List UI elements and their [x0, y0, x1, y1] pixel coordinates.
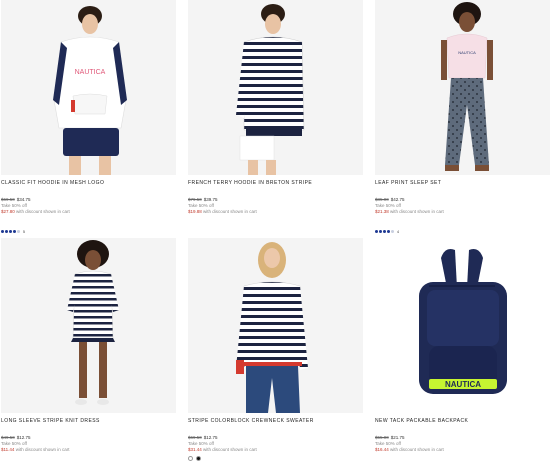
- original-price: $55.00: [375, 435, 389, 440]
- rating-count: 5: [23, 229, 25, 234]
- product-image[interactable]: NAUTICA: [1, 0, 176, 175]
- star-icon: [391, 230, 394, 233]
- brand-text: NAUTICA: [458, 50, 476, 55]
- sale-price: $21.38: [375, 209, 389, 214]
- star-icon: [383, 230, 386, 233]
- sale-note: with discount shown in cart: [16, 209, 70, 214]
- hoodie-logo-photo: NAUTICA: [1, 0, 176, 175]
- star-icon: [13, 230, 16, 233]
- sale-note: with discount shown in cart: [15, 447, 70, 452]
- sale-price: $16.44: [375, 447, 389, 452]
- product-price: $79.50 $39.75 Take 50% off $19.88 with di…: [188, 197, 363, 215]
- original-price: $79.50: [188, 197, 202, 202]
- star-icon: [375, 230, 378, 233]
- product-image[interactable]: [1, 238, 176, 413]
- original-price: $69.50: [188, 435, 202, 440]
- product-image[interactable]: NAUTICA: [375, 238, 550, 413]
- sleep-set-photo: NAUTICA: [375, 0, 550, 175]
- star-icon: [387, 230, 390, 233]
- sale-price: $27.80: [1, 209, 15, 214]
- product-rating[interactable]: 5: [1, 229, 25, 234]
- stripe-sweater-photo: [188, 238, 363, 413]
- original-price: $69.50: [1, 197, 15, 202]
- sale-price: $11.44: [1, 447, 15, 452]
- current-price: $42.75: [390, 197, 405, 202]
- current-price: $21.75: [390, 435, 405, 440]
- sale-note: with discount shown in cart: [203, 209, 257, 214]
- product-title[interactable]: LEAF PRINT SLEEP SET: [375, 180, 550, 186]
- product-rating[interactable]: 4: [375, 229, 399, 234]
- current-price: $12.75: [16, 435, 31, 440]
- original-price: $85.00: [375, 197, 389, 202]
- sale-note: with discount shown in cart: [203, 447, 257, 452]
- sale-price: $31.44: [188, 447, 202, 452]
- sale-note: with discount shown in cart: [390, 447, 444, 452]
- product-title[interactable]: NEW TACK PACKABLE BACKPACK: [375, 418, 550, 424]
- current-price: $34.75: [16, 197, 31, 202]
- color-swatches: [188, 456, 201, 461]
- star-icon: [9, 230, 12, 233]
- product-grid: NAUTICA CLASSIC FIT HOODIE IN MESH LOGO …: [0, 0, 550, 464]
- star-icon: [17, 230, 20, 233]
- product-title[interactable]: FRENCH TERRY HOODIE IN BRETON STRIPE: [188, 180, 363, 186]
- striped-hoodie-photo: [188, 0, 363, 175]
- current-price: $39.75: [203, 197, 218, 202]
- current-price: $12.75: [203, 435, 218, 440]
- stripe-dress-photo: [1, 238, 176, 413]
- product-title[interactable]: LONG SLEEVE STRIPE KNIT DRESS: [1, 418, 176, 424]
- product-image[interactable]: [188, 238, 363, 413]
- star-icon: [5, 230, 8, 233]
- star-icon: [1, 230, 4, 233]
- swatch-black[interactable]: [196, 456, 201, 461]
- sale-price: $19.88: [188, 209, 202, 214]
- product-price: $85.00 $42.75 Take 50% off $21.38 with di…: [375, 197, 550, 215]
- product-image[interactable]: NAUTICA: [375, 0, 550, 175]
- original-price: $49.50: [1, 435, 15, 440]
- brand-text: NAUTICA: [445, 380, 481, 389]
- star-icon: [379, 230, 382, 233]
- product-price: $49.50 $12.75 Take 50% off $11.44 with di…: [1, 435, 176, 453]
- swatch-white[interactable]: [188, 456, 193, 461]
- product-title[interactable]: STRIPE COLORBLOCK CREWNECK SWEATER: [188, 418, 363, 424]
- product-price: $69.50 $12.75 Take 50% off $31.44 with di…: [188, 435, 363, 453]
- product-price: $69.50 $34.75 Take 50% off $27.80 with di…: [1, 197, 176, 215]
- product-image[interactable]: [188, 0, 363, 175]
- sale-note: with discount shown in cart: [390, 209, 444, 214]
- product-title[interactable]: CLASSIC FIT HOODIE IN MESH LOGO: [1, 180, 176, 186]
- brand-text: NAUTICA: [75, 69, 106, 76]
- product-price: $55.00 $21.75 Take 50% off $16.44 with di…: [375, 435, 550, 453]
- backpack-photo: NAUTICA: [375, 238, 550, 413]
- rating-count: 4: [397, 229, 399, 234]
